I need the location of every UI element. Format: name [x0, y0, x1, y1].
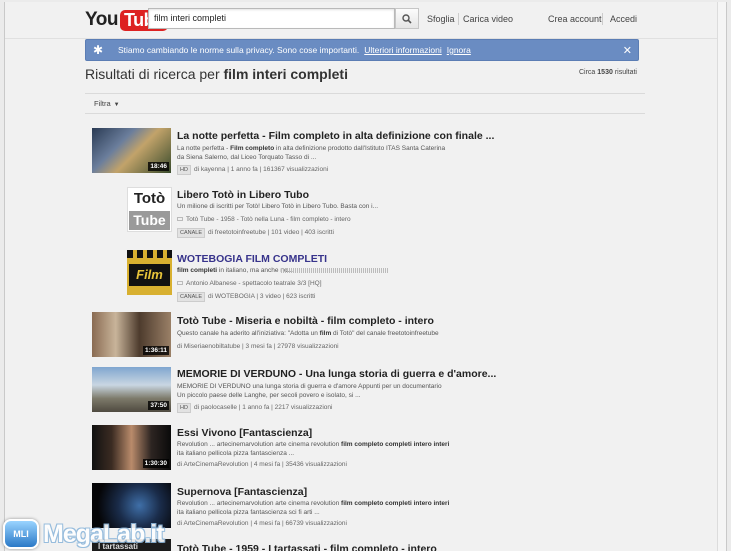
hd-badge: HD — [177, 403, 191, 413]
video-description: Revolution ... artecinemarvolution arte … — [177, 441, 450, 457]
text-fade — [281, 268, 389, 273]
video-icon — [177, 217, 183, 222]
title-prefix: Risultati di ricerca per — [85, 66, 220, 82]
browse-link[interactable]: Sfoglia — [427, 14, 455, 24]
channel-meta: CANALE di WOTEBOGIA | 3 video | 623 iscri… — [177, 292, 315, 302]
channel-badge: CANALE — [177, 292, 206, 302]
video-title[interactable]: Essi Vivono [Fantascienza] — [177, 427, 312, 439]
filter-label: Filtra — [94, 99, 111, 108]
video-thumbnail[interactable]: 37:50 — [92, 367, 171, 412]
header: You Tube film interi completi Sfoglia Ca… — [5, 2, 726, 38]
channel-description: Un milione di iscritti per Totò! Libero … — [177, 203, 379, 210]
duration-label: 1:30:30 — [142, 459, 169, 468]
chevron-down-icon: ▼ — [113, 102, 120, 108]
channel-badge: CANALE — [177, 228, 206, 238]
sign-in-link[interactable]: Accedi — [610, 14, 637, 24]
channel-avatar[interactable]: Film — [127, 250, 172, 295]
video-icon — [177, 281, 183, 286]
video-result: I tartassati Totò Tube - 1959 - I tartas… — [85, 537, 645, 551]
video-thumbnail[interactable]: 1:36:11 — [92, 312, 171, 357]
video-thumbnail[interactable]: 18:46 — [92, 128, 171, 173]
video-result: 37:50 MEMORIE DI VERDUNO - Una lunga sto… — [85, 364, 645, 414]
page-title: Risultati di ricerca per film interi com… — [85, 66, 348, 82]
count-prefix: Circa — [578, 69, 596, 76]
create-account-link[interactable]: Crea account — [548, 14, 602, 24]
video-meta: di ArteCinemaRevolution | 4 mesi fa | 35… — [177, 461, 347, 468]
channel-meta: CANALE di freetotoinfreetube | 101 video … — [177, 228, 334, 238]
video-title[interactable]: Totò Tube - Miseria e nobiltà - film com… — [177, 315, 434, 327]
close-icon[interactable]: ✕ — [623, 44, 632, 57]
search-input[interactable]: film interi completi — [148, 8, 395, 29]
avatar-text: Film — [129, 264, 170, 286]
search-icon — [402, 13, 412, 24]
logo-you: You — [85, 9, 118, 30]
hd-badge: HD — [177, 165, 191, 175]
watermark-text: MegaLab.it — [43, 519, 165, 548]
video-result: 1:36:11 Totò Tube - Miseria e nobiltà - … — [85, 310, 645, 360]
watermark: MLI MegaLab.it — [3, 519, 165, 549]
count-value: 1530 — [597, 69, 613, 76]
video-meta: HD di paolocaselle | 1 anno fa | 2217 vis… — [177, 403, 332, 413]
video-title[interactable]: MEMORIE DI VERDUNO - Una lunga storia di… — [177, 368, 496, 380]
clapper-stripes — [127, 250, 172, 258]
video-result: Supernova [Fantascienza] Revolution ... … — [85, 480, 645, 530]
duration-label: 1:36:11 — [142, 346, 169, 355]
meta-text: di WOTEBOGIA | 3 video | 623 iscritti — [208, 293, 316, 300]
upload-link[interactable]: Carica video — [463, 14, 513, 24]
video-description: La notte perfetta - Film completo in alt… — [177, 145, 446, 161]
channel-video-item[interactable]: Antonio Albanese - spettacolo teatrale 3… — [177, 280, 322, 287]
star-icon: ✱ — [92, 43, 104, 57]
filter-bar: Filtra ▼ — [85, 93, 645, 114]
count-suffix: risultati — [614, 69, 637, 76]
nav-divider — [602, 13, 603, 25]
search-button[interactable] — [395, 8, 419, 29]
meta-text: di freetotoinfreetube | 101 video | 403 … — [208, 229, 334, 236]
meta-text: di kayenna | 1 anno fa | 161367 visualiz… — [193, 166, 329, 173]
channel-title[interactable]: WOTEBOGIA FILM COMPLETI — [177, 253, 327, 265]
video-meta: di Miseriaenobiltatube | 3 mesi fa | 279… — [177, 343, 339, 350]
sub-item-text: Totò Tube - 1958 - Totò nella Luna - fil… — [186, 216, 351, 223]
channel-result: Film WOTEBOGIA FILM COMPLETI film comple… — [85, 248, 645, 303]
duration-label: 37:50 — [148, 401, 169, 410]
meta-text: di paolocaselle | 1 anno fa | 2217 visua… — [193, 404, 333, 411]
more-info-link[interactable]: Ulteriori informazioni — [364, 45, 441, 55]
video-description: MEMORIE DI VERDUNO una lunga storia di g… — [177, 383, 442, 399]
video-title[interactable]: Totò Tube - 1959 - I tartassati - film c… — [177, 543, 437, 551]
dismiss-link[interactable]: Ignora — [447, 45, 471, 55]
duration-label: 18:46 — [148, 162, 169, 171]
browser-viewport: You Tube film interi completi Sfoglia Ca… — [4, 2, 727, 551]
channel-avatar[interactable]: Totò Tube — [127, 187, 172, 232]
avatar-text-bottom: Tube — [129, 211, 170, 230]
video-result: 1:30:30 Essi Vivono [Fantascienza] Revol… — [85, 422, 645, 472]
avatar-text-top: Totò — [133, 190, 166, 207]
privacy-message: Stiamo cambiando le norme sulla privacy.… — [118, 45, 360, 55]
channel-result: Totò Tube Libero Totò in Libero Tubo Un … — [85, 185, 645, 240]
video-meta: di ArteCinemaRevolution | 4 mesi fa | 66… — [177, 520, 347, 527]
privacy-notice-bar: ✱ Stiamo cambiando le norme sulla privac… — [85, 39, 639, 61]
video-title[interactable]: Supernova [Fantascienza] — [177, 486, 307, 498]
video-result: 18:46 La notte perfetta - Film completo … — [85, 125, 645, 175]
sub-item-text: Antonio Albanese - spettacolo teatrale 3… — [186, 280, 322, 287]
channel-title[interactable]: Libero Totò in Libero Tubo — [177, 189, 309, 201]
nav-divider — [458, 13, 459, 25]
filter-button[interactable]: Filtra ▼ — [94, 99, 120, 108]
result-count: Circa 1530 risultati — [579, 69, 637, 76]
video-thumbnail[interactable]: 1:30:30 — [92, 425, 171, 470]
video-title[interactable]: La notte perfetta - Film completo in alt… — [177, 130, 494, 142]
video-description: Revolution ... artecinemarvolution arte … — [177, 500, 450, 516]
video-description: Questo canale ha aderito all'iniziativa:… — [177, 330, 439, 337]
title-query: film interi completi — [223, 66, 348, 82]
watermark-badge: MLI — [3, 519, 39, 549]
channel-video-item[interactable]: Totò Tube - 1958 - Totò nella Luna - fil… — [177, 216, 351, 223]
video-meta: HD di kayenna | 1 anno fa | 161367 visual… — [177, 165, 328, 175]
scrollbar[interactable] — [717, 2, 726, 551]
